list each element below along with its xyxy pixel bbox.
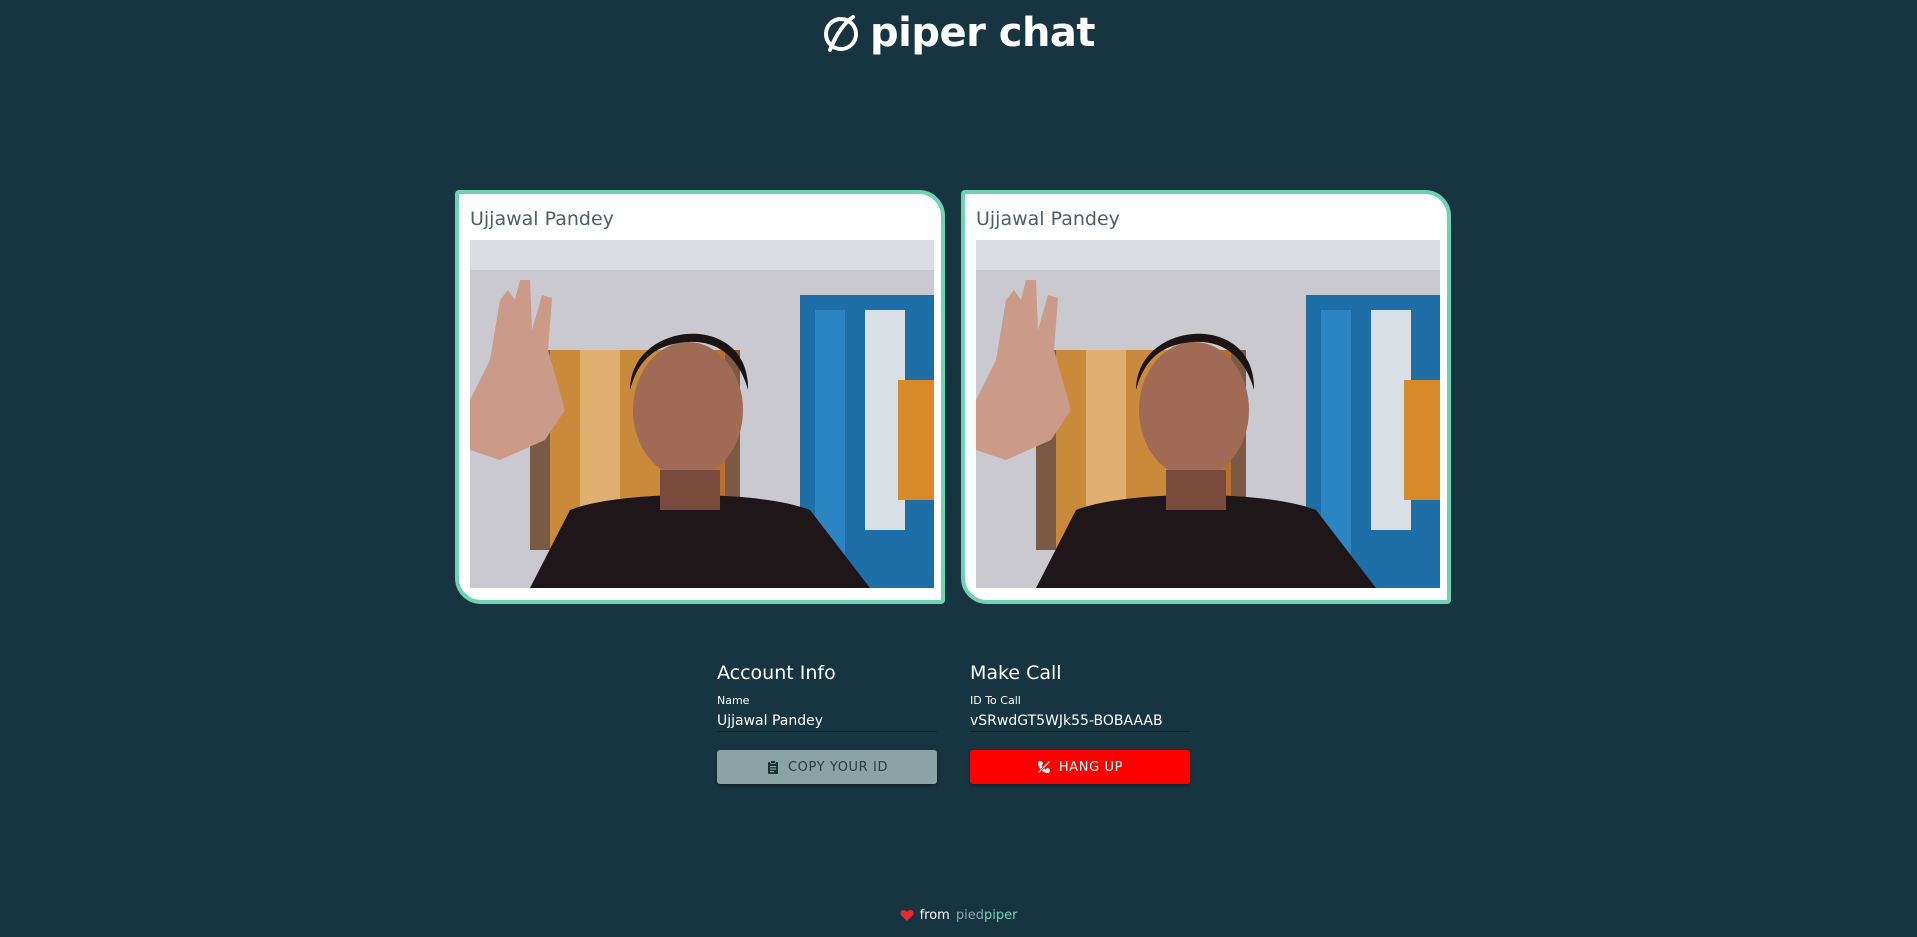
piper-logo-icon — [822, 13, 862, 53]
copy-id-button[interactable]: COPY YOUR ID — [717, 750, 937, 784]
video-user-name: Ujjawal Pandey — [976, 208, 1120, 230]
footer-brand-pied: pied — [955, 908, 984, 923]
account-info-panel: Account Info Name COPY YOUR ID — [717, 660, 937, 784]
account-info-heading: Account Info — [717, 662, 836, 684]
phone-disabled-icon — [1037, 760, 1051, 774]
name-input[interactable] — [717, 710, 937, 732]
name-field-label: Name — [717, 694, 750, 707]
make-call-panel: Make Call ID To Call HANG UP — [970, 660, 1190, 784]
footer-brand-piper: piper — [983, 908, 1018, 923]
heart-icon — [900, 909, 914, 922]
copy-id-button-label: COPY YOUR ID — [787, 759, 889, 775]
local-video-card: Ujjawal Pandey — [455, 190, 945, 604]
footer-from-text: from — [919, 908, 950, 923]
footer: from piedpiper — [0, 908, 1917, 923]
app-title: piper chat — [869, 10, 1096, 56]
remote-video-stream — [976, 240, 1440, 588]
footer-brand-link[interactable]: piedpiper — [956, 908, 1018, 923]
hang-up-button[interactable]: HANG UP — [970, 750, 1190, 784]
id-to-call-label: ID To Call — [970, 694, 1021, 707]
remote-video-card: Ujjawal Pandey — [961, 190, 1451, 604]
id-to-call-input[interactable] — [970, 710, 1190, 732]
make-call-heading: Make Call — [970, 662, 1062, 684]
app-header: piper chat — [0, 10, 1917, 56]
local-video-stream — [470, 240, 934, 588]
video-user-name: Ujjawal Pandey — [470, 208, 614, 230]
clipboard-icon — [766, 760, 780, 774]
hang-up-button-label: HANG UP — [1058, 759, 1124, 775]
